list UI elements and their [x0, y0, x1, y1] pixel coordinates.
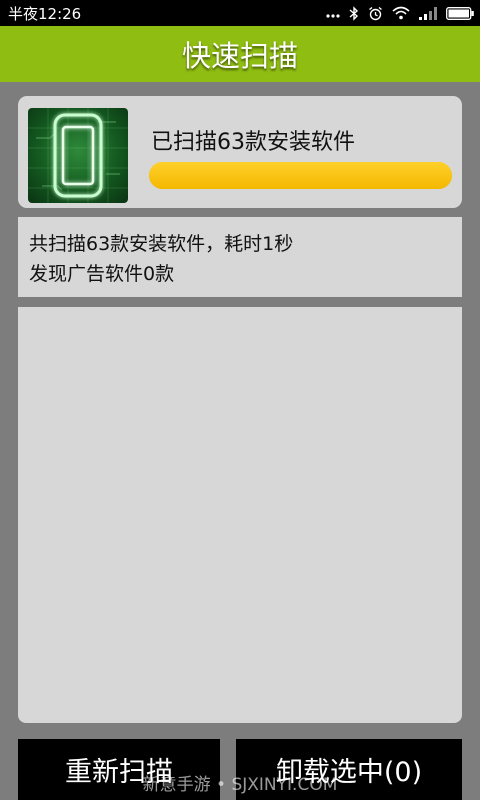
- scan-results-list: [18, 307, 462, 723]
- status-time: 半夜12:26: [8, 4, 82, 23]
- signal-icon: [419, 6, 437, 20]
- rescan-button[interactable]: 重新扫描: [18, 739, 220, 800]
- adware-found-line: 发现广告软件0款: [29, 263, 175, 285]
- scan-progress-fill: [149, 162, 452, 189]
- scan-card: 已扫描63款安装软件: [18, 96, 462, 208]
- status-bar: 半夜12:26: [0, 0, 480, 26]
- scan-status-text: 已扫描63款安装软件: [151, 130, 355, 155]
- header-bar: 快速扫描: [0, 26, 480, 82]
- page-title: 快速扫描: [181, 39, 298, 73]
- bluetooth-icon: [349, 5, 359, 21]
- phone-scan-icon: [28, 108, 128, 203]
- scan-summary-line: 共扫描63款安装软件，耗时1秒: [29, 233, 294, 255]
- status-icons: [326, 5, 474, 21]
- uninstall-selected-button[interactable]: 卸载选中(0): [236, 739, 462, 800]
- battery-icon: [446, 6, 474, 20]
- scan-progress-bar: [149, 162, 452, 189]
- wifi-icon: [392, 6, 410, 20]
- alarm-icon: [369, 6, 382, 20]
- dots-icon: [326, 14, 340, 18]
- scan-summary-panel: 共扫描63款安装软件，耗时1秒 发现广告软件0款: [18, 217, 462, 297]
